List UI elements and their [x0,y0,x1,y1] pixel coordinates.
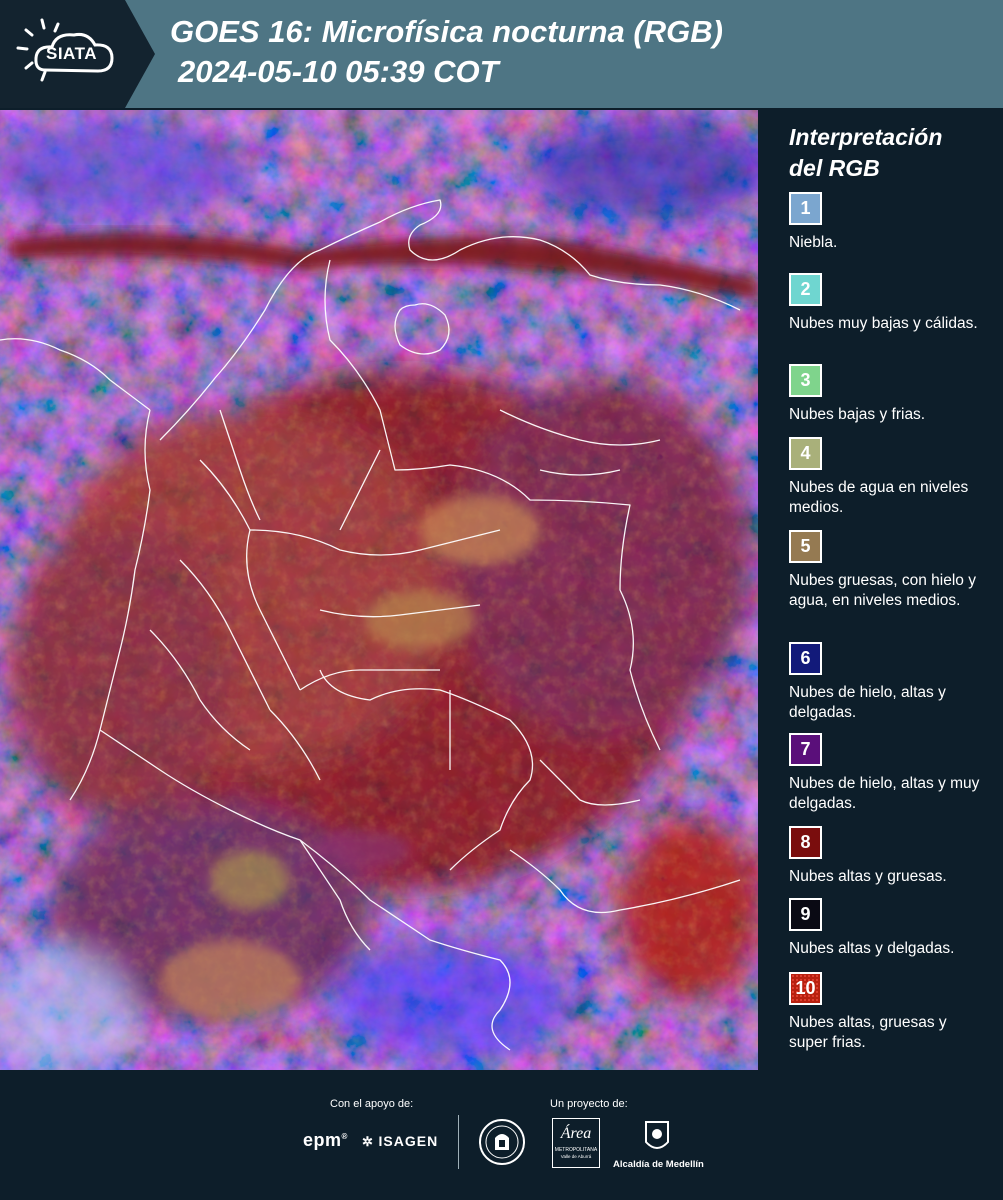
legend-swatch-5: 5 [789,530,822,563]
legend-item-7: 7 Nubes de hielo, altas y muy delgadas. [789,733,989,814]
area-logo-text: Área [560,1125,592,1142]
legend-item-4: 4 Nubes de agua en niveles medios. [789,437,989,518]
legend-item-1: 1 Niebla. [789,192,989,253]
legend-label-7: Nubes de hielo, altas y muy delgadas. [789,775,980,812]
area-logo-subtext: METROPOLITANA [554,1147,598,1153]
legend-label-6: Nubes de hielo, altas y delgadas. [789,684,946,721]
legend-item-8: 8 Nubes altas y gruesas. [789,826,989,887]
legend-item-9: 9 Nubes altas y delgadas. [789,898,989,959]
isagen-icon: ✲ [362,1134,379,1149]
legend-item-5: 5 Nubes gruesas, con hielo y agua, en ni… [789,530,989,611]
legend-title-line2: del RGB [789,155,880,181]
legend-swatch-7: 7 [789,733,822,766]
legend-title-line1: Interpretación [789,124,943,150]
legend-swatch-3: 3 [789,364,822,397]
legend-label-4: Nubes de agua en niveles medios. [789,479,969,516]
project-label: Un proyecto de: [550,1098,628,1110]
legend-label-2: Nubes muy bajas y cálidas. [789,315,978,332]
legend-swatch-6: 6 [789,642,822,675]
legend-item-6: 6 Nubes de hielo, altas y delgadas. [789,642,989,723]
legend-label-10: Nubes altas, gruesas y super frias. [789,1014,947,1051]
page-timestamp: 2024-05-10 05:39 COT [178,54,499,89]
legend-swatch-9: 9 [789,898,822,931]
isagen-logo: ✲ ISAGEN [362,1133,438,1150]
medellin-seal-icon [478,1118,526,1171]
footer: Con el apoyo de: Un proyecto de: epm® ✲ … [0,1070,1003,1200]
legend-swatch-2: 2 [789,273,822,306]
legend-label-1: Niebla. [789,234,838,251]
legend-label-5: Nubes gruesas, con hielo y agua, en nive… [789,572,976,609]
legend-item-10: 10 Nubes altas, gruesas y super frias. [789,972,989,1053]
satellite-map [0,110,758,1070]
support-label: Con el apoyo de: [330,1098,414,1110]
legend-title: Interpretación del RGB [789,122,942,184]
legend-label-3: Nubes bajas y frias. [789,406,926,423]
footer-divider [458,1115,459,1169]
area-metropolitana-logo: Área METROPOLITANA Valle de Aburrá [552,1118,600,1168]
legend-swatch-4: 4 [789,437,822,470]
legend-panel: Interpretación del RGB 1 Niebla. 2 Nubes… [760,110,1003,1070]
siata-logo: SIATA [0,0,155,108]
legend-swatch-1: 1 [789,192,822,225]
legend-item-2: 2 Nubes muy bajas y cálidas. [789,273,989,334]
isagen-logo-text: ISAGEN [378,1133,439,1149]
area-logo-subtext2: Valle de Aburrá [560,1154,592,1159]
alcaldia-label: Alcaldía de Medellín [613,1159,704,1170]
legend-swatch-8: 8 [789,826,822,859]
page-title: GOES 16: Microfísica nocturna (RGB) [170,14,723,49]
alcaldia-crest-icon [643,1118,671,1161]
header: SIATA GOES 16: Microfísica nocturna (RGB… [0,0,1003,108]
siata-logo-text: SIATA [46,44,97,63]
legend-swatch-10: 10 [789,972,822,1005]
epm-logo: epm® [303,1130,348,1150]
epm-logo-text: epm [303,1130,342,1150]
legend-item-3: 3 Nubes bajas y frias. [789,364,989,425]
legend-label-8: Nubes altas y gruesas. [789,868,947,885]
legend-label-9: Nubes altas y delgadas. [789,940,955,957]
